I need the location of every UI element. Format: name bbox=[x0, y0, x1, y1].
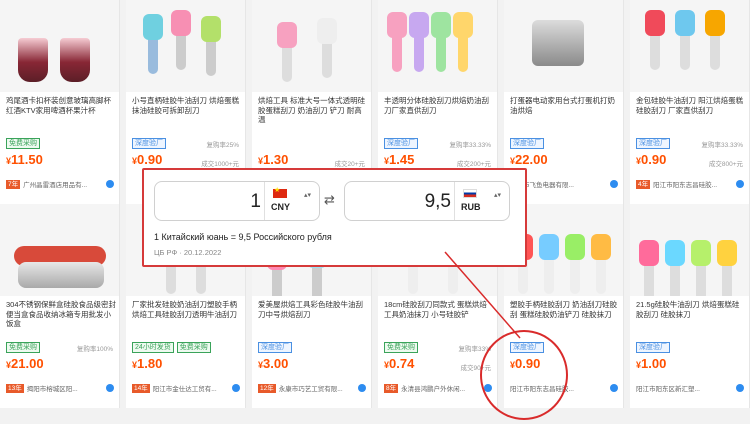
annotation-pointer-line bbox=[444, 251, 521, 339]
highlight-circle bbox=[480, 330, 568, 420]
